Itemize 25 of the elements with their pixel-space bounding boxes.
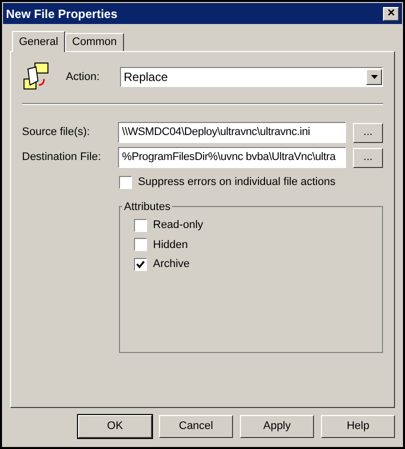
checkbox[interactable] — [134, 238, 147, 252]
close-button[interactable]: ✕ — [383, 6, 399, 20]
tab[interactable]: Common — [65, 33, 124, 51]
field-label: Source file(s): — [22, 125, 91, 140]
checkbox-label: Suppress errors on individual file actions — [138, 175, 336, 190]
browse-button[interactable]: ... — [353, 122, 383, 142]
action-label: Action: — [66, 70, 101, 85]
checkbox[interactable] — [134, 258, 147, 271]
dialog-button[interactable]: Cancel — [159, 415, 233, 438]
checkbox-label: Archive — [153, 257, 190, 272]
path-field[interactable]: %ProgramFilesDir%\uvnc bvba\UltraVnc\ultra — [118, 147, 346, 168]
dialog-button[interactable]: Apply — [240, 415, 314, 438]
checkbox[interactable] — [134, 218, 147, 232]
field-label: Destination File: — [22, 150, 102, 166]
checkbox[interactable] — [119, 176, 132, 189]
window-title: New File Properties — [6, 6, 118, 22]
action-dropdown[interactable]: Replace — [120, 67, 383, 87]
group-title: Attributes — [123, 200, 172, 214]
dialog-button[interactable]: OK — [78, 415, 152, 438]
browse-button[interactable]: ... — [353, 148, 383, 168]
checkbox-label: Hidden — [153, 238, 188, 252]
tab[interactable]: General — [12, 31, 66, 52]
path-field[interactable]: \\WSMDC04\Deploy\ultravnc\ultravnc.ini — [118, 122, 346, 143]
checkbox-label: Read-only — [153, 218, 204, 233]
dialog-button[interactable]: Help — [321, 415, 395, 438]
